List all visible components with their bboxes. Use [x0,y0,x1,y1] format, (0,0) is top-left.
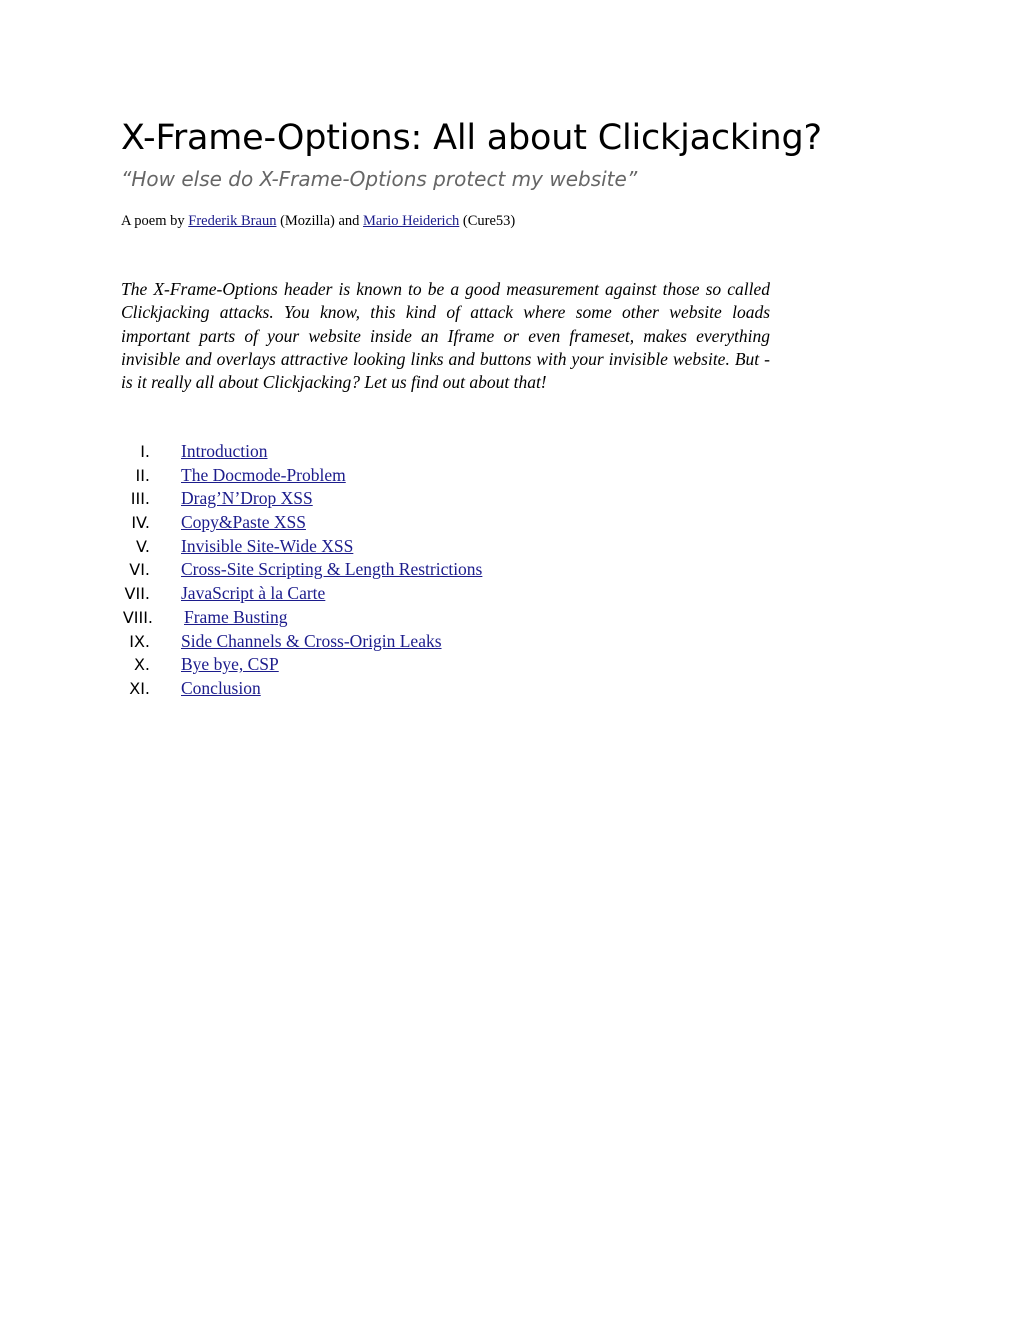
toc-number: VII. [124,584,150,604]
toc-item: X. Bye bye, CSP [0,654,700,678]
author-link-frederik-braun[interactable]: Frederik Braun [188,213,276,229]
toc-number: III. [130,489,150,509]
toc-link[interactable]: Side Channels & Cross-Origin Leaks [181,631,442,652]
toc-link[interactable]: Invisible Site-Wide XSS [181,536,353,557]
toc-item: II. The Docmode-Problem [0,465,700,489]
toc-link[interactable]: Cross-Site Scripting & Length Restrictio… [181,559,482,580]
toc-link[interactable]: Conclusion [181,678,261,699]
toc-number: X. [133,655,150,675]
toc-number: IX. [129,631,150,651]
toc-link[interactable]: Bye bye, CSP [181,654,279,675]
byline-prefix: A poem by [121,213,189,229]
toc-number: I. [140,442,150,461]
table-of-contents: I. Introduction II. The Docmode-Problem II… [0,441,700,702]
toc-item: V. Invisible Site-Wide XSS [0,536,700,560]
toc-link[interactable]: Frame Busting [184,607,288,628]
intro-paragraph: The X-Frame-Options header is known to b… [121,279,770,393]
toc-link[interactable]: The Docmode-Problem [181,465,346,486]
byline: A poem by Frederik Braun (Mozilla) and M… [121,213,515,230]
author1-org: (Mozilla) and [276,213,364,229]
toc-item: IX. Side Channels & Cross-Origin Leaks [0,631,700,655]
toc-number: V. [136,536,150,556]
document-title: X-Frame-Options: All about Clickjacking? [121,118,822,158]
author2-org: (Cure53) [459,213,516,229]
toc-link[interactable]: JavaScript à la Carte [181,583,325,604]
toc-link[interactable]: Drag’N’Drop XSS [181,488,313,509]
toc-item: VII. JavaScript à la Carte [0,583,700,607]
toc-item: VI. Cross-Site Scripting & Length Restric… [0,559,700,583]
toc-item: IV. Copy&Paste XSS [0,512,700,536]
toc-number: XI. [129,678,150,698]
toc-number: IV. [131,513,150,533]
document-subtitle: “How else do X-Frame-Options protect my … [121,167,638,191]
toc-number: VIII. [122,607,153,627]
author-link-mario-heiderich[interactable]: Mario Heiderich [363,213,459,229]
toc-item: III. Drag’N’Drop XSS [0,488,700,512]
toc-item: XI. Conclusion [0,678,700,702]
toc-link[interactable]: Copy&Paste XSS [181,512,306,533]
toc-number: II. [135,465,150,485]
toc-item: I. Introduction [0,441,700,465]
toc-link[interactable]: Introduction [181,441,268,462]
toc-item: VIII. Frame Busting [0,607,700,631]
toc-number: VI. [129,560,150,580]
